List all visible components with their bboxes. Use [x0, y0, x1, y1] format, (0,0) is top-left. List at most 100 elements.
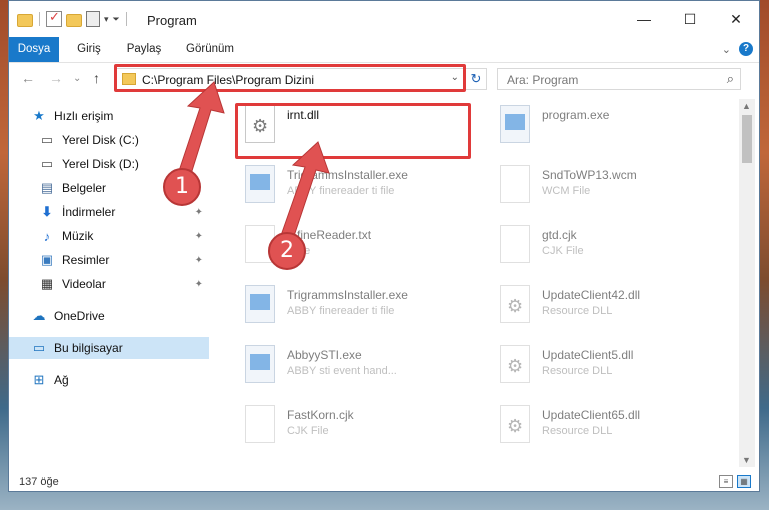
file-item-gtd-cjk[interactable]: gtd.cjk CJK File: [484, 219, 724, 269]
file-icon: [245, 405, 275, 443]
search-box[interactable]: Ara: Program ⌕: [497, 68, 741, 90]
app-icon: [245, 165, 275, 203]
file-name: TrigrammsInstaller.exe: [287, 288, 408, 302]
properties-check-icon[interactable]: [46, 9, 62, 27]
app-icon: [500, 105, 530, 143]
back-arrow-icon[interactable]: ←: [21, 70, 35, 86]
file-description: WCM File: [542, 185, 591, 197]
file-item-abbyysti[interactable]: AbbyySTI.exe ABBY sti event hand...: [229, 339, 469, 389]
file-item-finereader-txt[interactable]: ...fineReader.txt ...file: [229, 219, 469, 269]
sidebar-item-label: Yerel Disk (D:): [62, 157, 139, 171]
file-description: Resource DLL: [542, 425, 613, 437]
sidebar-item-music[interactable]: ♪ Müzik ✦: [9, 225, 209, 247]
toolbar-separator: [125, 12, 127, 26]
scroll-up-arrow-icon[interactable]: ▲: [742, 101, 751, 111]
recent-locations-chevron-icon[interactable]: ⌄: [73, 73, 81, 84]
navigation-pane: ★ Hızlı erişim ▭ Yerel Disk (C:) ▭ Yerel…: [9, 99, 209, 467]
vertical-scrollbar[interactable]: ▲ ▼: [739, 99, 755, 467]
step-1-badge: 1: [163, 168, 201, 206]
sidebar-item-label: Yerel Disk (C:): [62, 133, 139, 147]
pin-icon[interactable]: ✦: [195, 255, 203, 266]
pin-icon[interactable]: ✦: [195, 231, 203, 242]
computer-icon: ▭: [32, 340, 46, 355]
tab-home[interactable]: Giriş: [67, 37, 111, 62]
refresh-button[interactable]: ↻: [465, 68, 487, 90]
drive-icon: ▭: [40, 156, 54, 171]
file-item-updateclient65[interactable]: ⚙ UpdateClient65.dll Resource DLL: [484, 399, 724, 449]
expand-ribbon-chevron-icon[interactable]: ⌄: [722, 43, 731, 56]
file-name: FastKorn.cjk: [287, 408, 354, 422]
file-description: ABBY sti event hand...: [287, 365, 397, 377]
dll-icon: ⚙: [500, 345, 530, 383]
details-view-icon[interactable]: ≡: [719, 475, 733, 488]
sidebar-item-videos[interactable]: ▦ Videolar ✦: [9, 273, 209, 295]
up-arrow-icon[interactable]: ↑: [93, 70, 100, 86]
sidebar-item-label: Resimler: [62, 253, 110, 267]
sidebar-item-onedrive[interactable]: ☁ OneDrive: [9, 305, 209, 327]
window-title: Program: [147, 13, 197, 28]
quick-access-toolbar: ▾ ⏷: [17, 9, 129, 27]
scroll-thumb[interactable]: [742, 115, 752, 163]
pin-icon[interactable]: ✦: [195, 207, 203, 218]
dll-icon: ⚙: [500, 285, 530, 323]
search-icon[interactable]: ⌕: [727, 71, 734, 87]
file-name: SndToWP13.wcm: [542, 168, 637, 182]
close-button[interactable]: ✕: [713, 1, 759, 37]
sidebar-item-label: Hızlı erişim: [54, 109, 114, 123]
sidebar-item-this-pc[interactable]: ▭ Bu bilgisayar: [9, 337, 209, 359]
sidebar-item-local-disk-c[interactable]: ▭ Yerel Disk (C:): [9, 129, 209, 151]
view-options-icon[interactable]: [86, 11, 100, 27]
sidebar-item-label: Bu bilgisayar: [54, 341, 123, 355]
status-bar: 137 öğe ≡ ▦: [9, 471, 759, 491]
item-count: 137 öğe: [19, 476, 59, 488]
tiles-view-icon[interactable]: ▦: [737, 475, 751, 488]
toolbar-dropdown-icon[interactable]: ⏷: [113, 14, 120, 25]
file-description: Resource DLL: [542, 305, 613, 317]
file-name: TrigrammsInstaller.exe: [287, 168, 408, 182]
sidebar-item-network[interactable]: ⊞ Ağ: [9, 369, 209, 391]
tab-share[interactable]: Paylaş: [119, 37, 169, 62]
download-icon: ⬇: [41, 204, 53, 219]
sidebar-item-pictures[interactable]: ▣ Resimler ✦: [9, 249, 209, 271]
file-name: UpdateClient5.dll: [542, 348, 634, 362]
new-folder-icon[interactable]: [66, 13, 82, 27]
customize-toolbar-chevron-icon[interactable]: ▾: [104, 14, 109, 25]
drive-icon: ▭: [40, 132, 54, 147]
tab-file[interactable]: Dosya: [9, 37, 59, 62]
file-description: CJK File: [542, 245, 584, 257]
search-placeholder[interactable]: Ara: Program: [507, 73, 578, 87]
file-item-sndtowp13[interactable]: SndToWP13.wcm WCM File: [484, 159, 724, 209]
file-item-updateclient5[interactable]: ⚙ UpdateClient5.dll Resource DLL: [484, 339, 724, 389]
ribbon-tabs: Dosya Giriş Paylaş Görünüm ⌄ ?: [9, 37, 759, 63]
folder-icon[interactable]: [17, 13, 33, 27]
scroll-down-arrow-icon[interactable]: ▼: [742, 455, 751, 465]
sidebar-item-label: Belgeler: [62, 181, 107, 195]
view-toggle: ≡ ▦: [719, 475, 751, 488]
star-icon: ★: [33, 108, 45, 123]
music-icon: ♪: [43, 228, 51, 244]
maximize-button[interactable]: ☐: [667, 1, 713, 37]
file-description: ABBY finereader ti file: [287, 305, 395, 317]
forward-arrow-icon[interactable]: →: [49, 70, 63, 86]
file-highlight-box: [235, 103, 471, 159]
file-description: ABBY finereader ti file: [287, 185, 395, 197]
document-icon: ▤: [40, 180, 54, 195]
minimize-button[interactable]: —: [621, 1, 667, 37]
dll-icon: ⚙: [500, 405, 530, 443]
file-item-trigramms-installer[interactable]: TrigrammsInstaller.exe ABBY finereader t…: [229, 159, 469, 209]
sidebar-item-quick-access[interactable]: ★ Hızlı erişim: [9, 105, 209, 127]
sidebar-item-label: Müzik: [62, 229, 94, 243]
file-name: program.exe: [542, 108, 610, 122]
help-icon[interactable]: ?: [739, 42, 753, 56]
file-item-program-exe[interactable]: program.exe: [484, 99, 724, 149]
step-2-badge: 2: [268, 232, 306, 270]
address-highlight-box: [114, 64, 466, 92]
file-item-updateclient42[interactable]: ⚙ UpdateClient42.dll Resource DLL: [484, 279, 724, 329]
file-item-fastkorn[interactable]: FastKorn.cjk CJK File: [229, 399, 469, 449]
video-icon: ▦: [40, 276, 54, 291]
file-item-trigramms-installer-2[interactable]: TrigrammsInstaller.exe ABBY finereader t…: [229, 279, 469, 329]
file-icon: [500, 225, 530, 263]
toolbar-separator: [39, 12, 40, 26]
pin-icon[interactable]: ✦: [195, 279, 203, 290]
tab-view[interactable]: Görünüm: [177, 37, 243, 62]
